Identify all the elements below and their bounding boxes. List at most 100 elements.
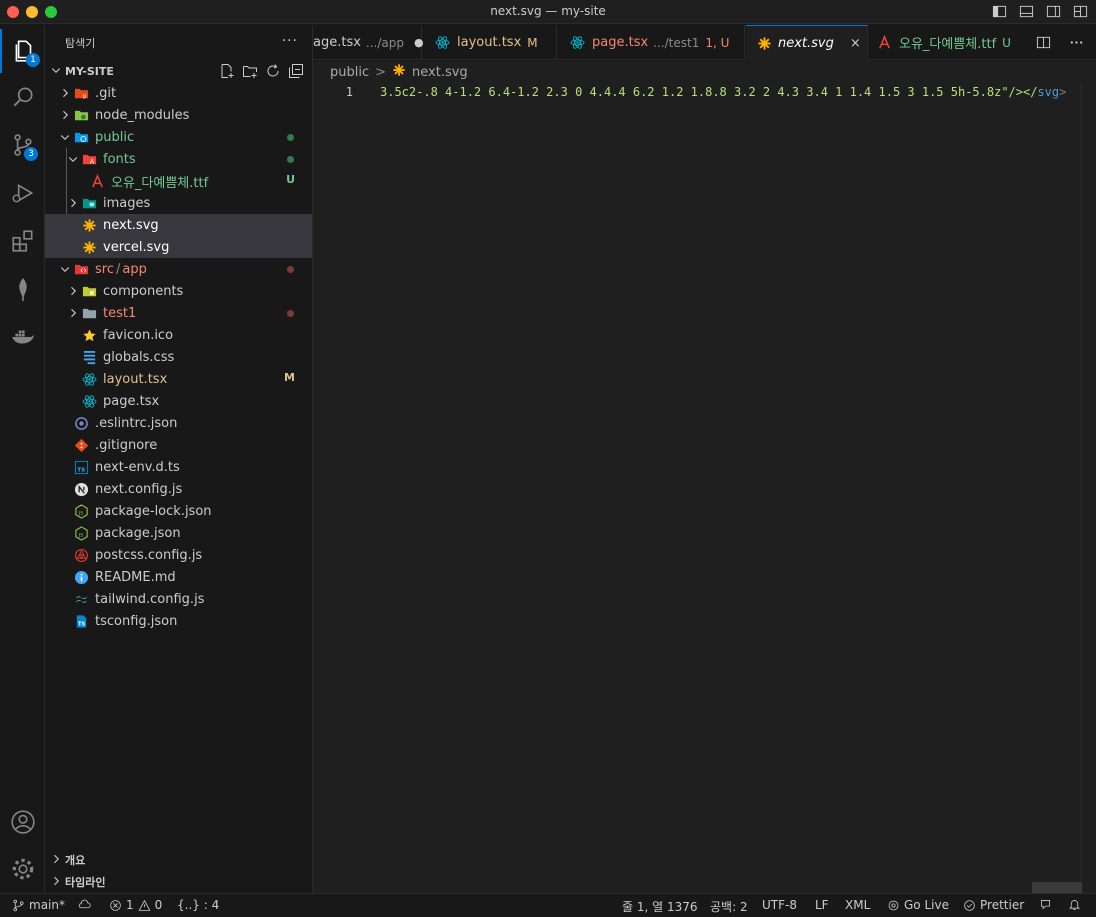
- code-path-data: 3.5c2-.8 4-1.2 6.4-1.2 2.3 0 4.4.4 6.2 1…: [380, 85, 1038, 99]
- tab-next-svg[interactable]: next.svg ×: [746, 25, 868, 61]
- new-file-icon[interactable]: [219, 63, 235, 82]
- tab-label: age.tsx: [313, 35, 361, 50]
- eol-status[interactable]: LF: [815, 898, 829, 912]
- tree-item-label: node_modules: [95, 107, 190, 123]
- tree-item[interactable]: TS tsconfig.json: [45, 610, 312, 632]
- cursor-position-status[interactable]: 줄 1, 열 1376: [622, 898, 698, 915]
- svg-file-icon: [81, 217, 97, 233]
- indentation-status[interactable]: 공백: 2: [710, 898, 748, 915]
- next-logo-icon: [73, 481, 89, 497]
- feedback-button[interactable]: [1039, 898, 1052, 911]
- tab-font-file[interactable]: 오유_다예쁨체.ttf U: [869, 25, 1029, 60]
- folder-images-icon: [81, 195, 97, 211]
- breadcrumb-folder[interactable]: public: [330, 65, 369, 80]
- tree-item[interactable]: vercel.svg: [45, 236, 312, 258]
- tree-item[interactable]: postcss.config.js: [45, 544, 312, 566]
- tree-item[interactable]: layout.tsx M: [45, 368, 312, 390]
- tree-item-label: next-env.d.ts: [95, 459, 180, 475]
- collapse-all-icon[interactable]: [288, 63, 304, 82]
- docker-view-button[interactable]: [0, 315, 45, 359]
- tree-item[interactable]: favicon.ico: [45, 324, 312, 346]
- chevron-right-icon: [65, 197, 81, 209]
- notifications-button[interactable]: [1068, 898, 1081, 911]
- tree-item[interactable]: public: [45, 126, 312, 148]
- code-tag-end: >: [1059, 85, 1067, 99]
- close-tab-button[interactable]: ×: [850, 36, 861, 51]
- tree-item[interactable]: .gitignore: [45, 434, 312, 456]
- tree-item[interactable]: tailwind.config.js: [45, 588, 312, 610]
- tree-item[interactable]: src / app: [45, 258, 312, 280]
- split-editor-icon[interactable]: [1036, 35, 1051, 54]
- chevron-down-icon: [48, 64, 64, 79]
- window-title: next.svg — my-site: [490, 4, 606, 18]
- tree-item-label: layout.tsx: [103, 371, 168, 387]
- tree-item-label: tsconfig.json: [95, 613, 178, 629]
- tree-item[interactable]: JS package-lock.json: [45, 500, 312, 522]
- tab-layout[interactable]: layout.tsx M: [423, 25, 557, 60]
- extensions-view-button[interactable]: [0, 219, 45, 263]
- workspace-section-header[interactable]: MY-SITE: [45, 60, 312, 82]
- broadcast-icon: [888, 900, 899, 910]
- toggle-secondary-sidebar-icon[interactable]: [1046, 4, 1061, 23]
- new-folder-icon[interactable]: [242, 63, 258, 82]
- run-debug-view-button[interactable]: [0, 171, 45, 215]
- tree-item[interactable]: JS package.json: [45, 522, 312, 544]
- encoding: UTF-8: [762, 898, 797, 912]
- tree-item[interactable]: TS next-env.d.ts: [45, 456, 312, 478]
- timeline-section-header[interactable]: 타임라인: [45, 871, 313, 893]
- git-status-dot: [287, 156, 294, 163]
- tree-item[interactable]: globals.css: [45, 346, 312, 368]
- refresh-icon[interactable]: [265, 63, 281, 82]
- toggle-primary-sidebar-icon[interactable]: [992, 4, 1007, 23]
- braces-status[interactable]: {..} : 4: [177, 898, 219, 912]
- tree-item[interactable]: test1: [45, 302, 312, 324]
- explorer-view-button[interactable]: 1: [0, 29, 45, 73]
- chevron-right-icon: [65, 307, 81, 319]
- tab-page-app[interactable]: age.tsx .../app ●: [313, 25, 424, 60]
- modified-badge: M: [527, 35, 538, 50]
- tab-page-test1[interactable]: page.tsx .../test1 1, U: [558, 25, 745, 60]
- prettier-status[interactable]: Prettier: [963, 898, 1024, 912]
- tree-item-label: package.json: [95, 525, 181, 541]
- tree-item[interactable]: g .git: [45, 82, 312, 104]
- file-tree: g .git node_modulespublic Afonts 오유_다예쁨체.ttf…: [45, 82, 312, 632]
- tree-item[interactable]: node_modules: [45, 104, 312, 126]
- tree-item[interactable]: Afonts: [45, 148, 312, 170]
- tree-item-label: app: [122, 261, 147, 277]
- tree-item[interactable]: 오유_다예쁨체.ttf U: [45, 170, 312, 192]
- breadcrumb-file[interactable]: next.svg: [412, 65, 468, 80]
- language-mode-status[interactable]: XML: [845, 898, 870, 912]
- manage-button[interactable]: [0, 847, 45, 891]
- tree-item[interactable]: components: [45, 280, 312, 302]
- accounts-button[interactable]: [0, 800, 45, 844]
- tree-item[interactable]: README.md: [45, 566, 312, 588]
- tree-item[interactable]: next.svg: [45, 214, 312, 236]
- tree-item[interactable]: images: [45, 192, 312, 214]
- explorer-more-actions-button[interactable]: ···: [282, 33, 298, 49]
- branch-status[interactable]: main*: [12, 898, 65, 912]
- problems-status[interactable]: 1 0: [109, 898, 162, 912]
- tree-item[interactable]: .eslintrc.json: [45, 412, 312, 434]
- mongodb-view-button[interactable]: [0, 267, 45, 311]
- outline-section-header[interactable]: 개요: [45, 849, 313, 871]
- go-live-button[interactable]: Go Live: [887, 898, 949, 912]
- code-editor[interactable]: 1 3.5c2-.8 4-1.2 6.4-1.2 2.3 0 4.4.4 6.2…: [313, 83, 1096, 894]
- tab-label: layout.tsx: [457, 35, 522, 50]
- bottom-sections: 개요 타임라인: [45, 849, 313, 893]
- toggle-panel-icon[interactable]: [1019, 4, 1034, 23]
- svg-text:TS: TS: [77, 467, 85, 473]
- chevron-down-icon: [57, 131, 73, 143]
- tree-item-label: tailwind.config.js: [95, 591, 205, 607]
- sync-status[interactable]: [78, 898, 91, 911]
- bell-icon: [1069, 900, 1080, 910]
- svg-text:g: g: [82, 93, 86, 99]
- tree-item[interactable]: next.config.js: [45, 478, 312, 500]
- encoding-status[interactable]: UTF-8: [762, 898, 797, 912]
- tree-item[interactable]: page.tsx: [45, 390, 312, 412]
- more-actions-icon[interactable]: [1069, 35, 1084, 54]
- customize-layout-icon[interactable]: [1073, 4, 1088, 23]
- code-content[interactable]: 3.5c2-.8 4-1.2 6.4-1.2 2.3 0 4.4.4 6.2 1…: [380, 83, 1066, 101]
- chevron-right-icon: [57, 87, 73, 99]
- source-control-view-button[interactable]: 3: [0, 123, 45, 167]
- search-view-button[interactable]: [0, 75, 45, 119]
